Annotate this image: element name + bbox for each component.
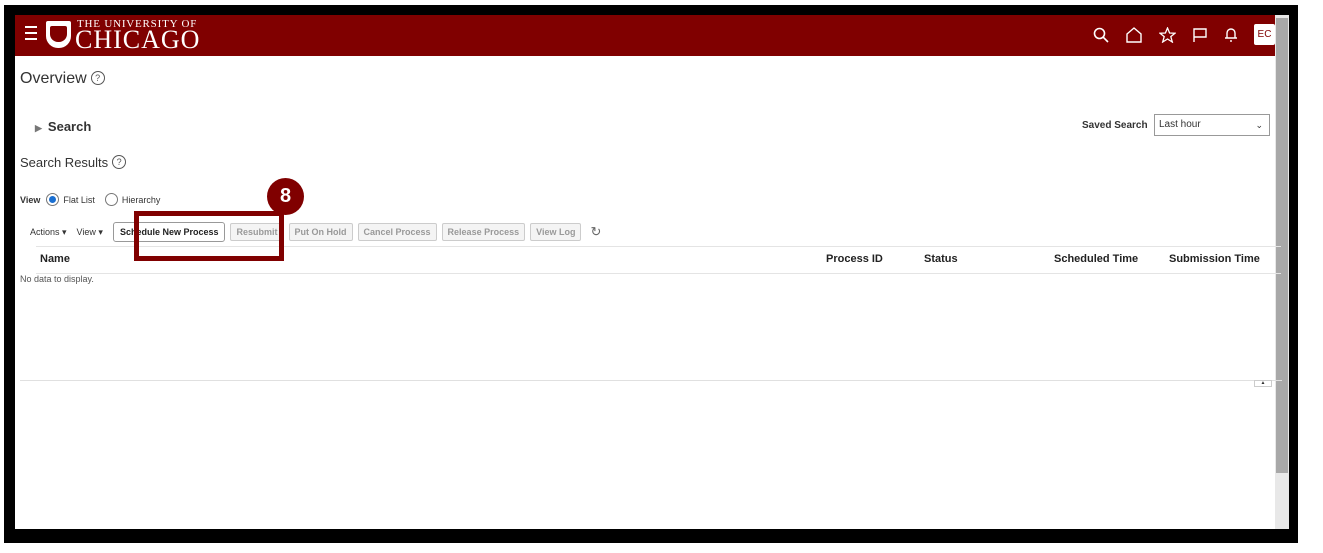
column-process-id[interactable]: Process ID [826, 253, 883, 265]
release-process-button[interactable]: Release Process [441, 223, 526, 241]
flag-icon[interactable] [1192, 27, 1208, 43]
screenshot-frame: THE UNIVERSITY OF CHICAGO EC Overview? ▶… [4, 5, 1298, 543]
search-results-title: Search Results? [20, 155, 127, 170]
table-divider [20, 380, 1282, 381]
radio-hierarchy[interactable] [104, 193, 118, 206]
step-highlight-box [134, 211, 284, 261]
page-title: Overview? [20, 70, 105, 88]
saved-search-select[interactable]: Last hour ⌄ [1154, 114, 1270, 136]
column-name[interactable]: Name [40, 253, 70, 265]
hierarchy-label: Hierarchy [121, 194, 161, 205]
page-title-text: Overview [20, 70, 87, 87]
view-selector: View Flat List Hierarchy [20, 193, 160, 206]
bell-icon[interactable] [1224, 27, 1238, 43]
chevron-down-icon: ⌄ [1255, 120, 1263, 130]
view-menu[interactable]: View ▾ [77, 227, 103, 238]
avatar[interactable]: EC [1254, 24, 1275, 45]
column-status[interactable]: Status [924, 253, 958, 265]
crest-icon [46, 21, 71, 48]
column-scheduled-time[interactable]: Scheduled Time [1054, 253, 1138, 265]
put-on-hold-button[interactable]: Put On Hold [288, 223, 353, 241]
view-menu-label: View [76, 226, 96, 237]
collapse-arrow-icon[interactable]: ▲ [1254, 380, 1272, 387]
star-icon[interactable] [1159, 26, 1176, 43]
refresh-icon[interactable]: ↻ [590, 224, 601, 240]
saved-search-value: Last hour [1159, 119, 1201, 130]
column-submission-time[interactable]: Submission Time [1169, 253, 1260, 265]
view-log-button[interactable]: View Log [530, 223, 582, 241]
search-label: Search [47, 119, 92, 134]
home-icon[interactable] [1125, 26, 1143, 43]
search-disclosure[interactable]: ▶ Search [35, 119, 91, 134]
help-icon[interactable]: ? [112, 155, 127, 169]
saved-search-label: Saved Search [1082, 120, 1148, 131]
actions-label: Actions [30, 226, 60, 237]
search-icon[interactable] [1093, 27, 1109, 43]
step-badge: 8 [267, 178, 304, 215]
menu-icon[interactable] [25, 26, 37, 40]
help-icon[interactable]: ? [90, 71, 105, 85]
actions-menu[interactable]: Actions ▾ [30, 227, 67, 238]
view-label: View [20, 194, 41, 205]
search-results-text: Search Results [20, 155, 109, 170]
cancel-process-button[interactable]: Cancel Process [357, 223, 437, 241]
flat-list-label: Flat List [63, 194, 95, 205]
global-header: THE UNIVERSITY OF CHICAGO EC [15, 15, 1289, 56]
expand-triangle-icon: ▶ [35, 123, 42, 133]
radio-flat-list[interactable] [46, 193, 60, 206]
logo-text-main: CHICAGO [75, 25, 201, 54]
app-screen: THE UNIVERSITY OF CHICAGO EC Overview? ▶… [15, 15, 1289, 529]
empty-table-message: No data to display. [20, 274, 94, 284]
process-toolbar: Actions ▾ View ▾ Schedule New Process Re… [30, 222, 601, 242]
